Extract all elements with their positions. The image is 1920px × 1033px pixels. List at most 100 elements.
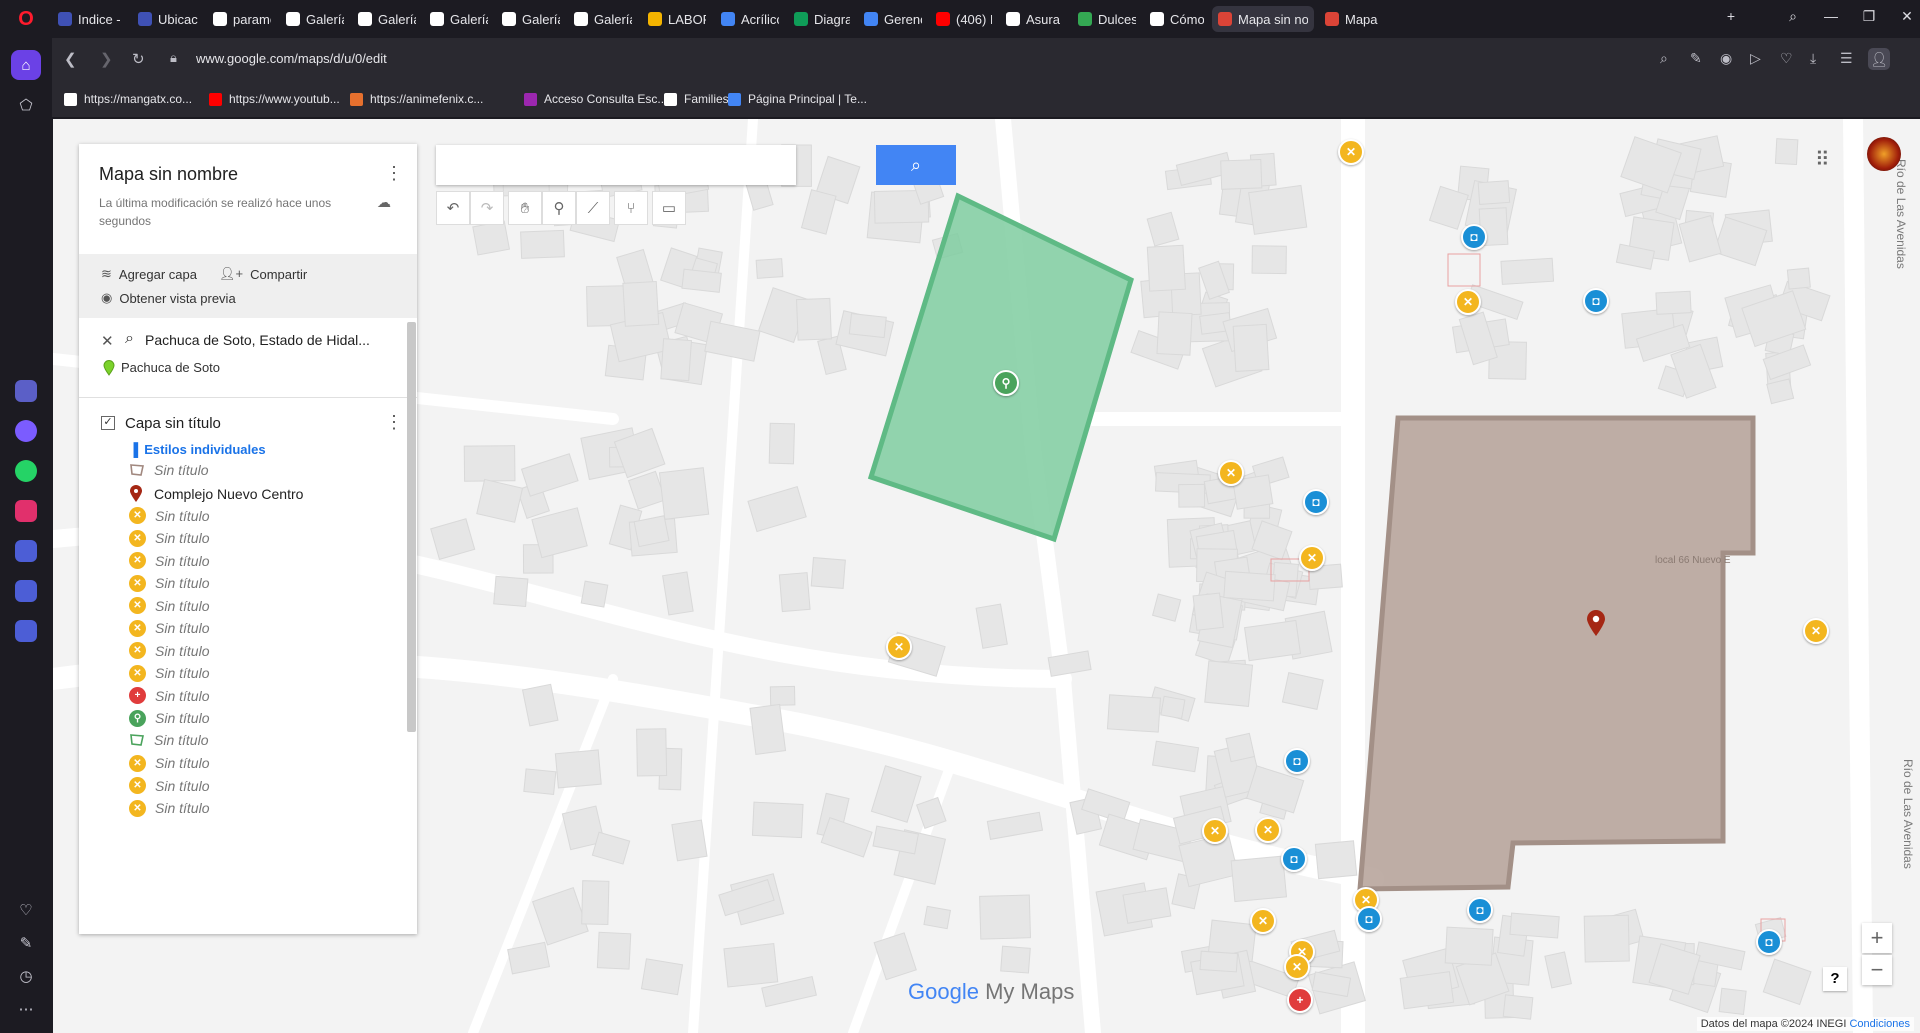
restaurant-marker-icon[interactable]: ✕ [1250, 908, 1276, 934]
shopping-marker-icon[interactable]: ◘ [1284, 748, 1310, 774]
minimize-icon[interactable]: — [1820, 8, 1842, 24]
restaurant-marker-icon[interactable]: ✕ [1284, 954, 1310, 980]
feature-list-item[interactable]: + Sin título [129, 687, 209, 704]
edit-icon[interactable]: ✎ [11, 928, 41, 958]
browser-tab[interactable]: Indice - Pr [52, 6, 128, 32]
browser-tab[interactable]: Gerencia d [858, 6, 928, 32]
shopping-marker-icon[interactable]: ◘ [1756, 929, 1782, 955]
heart-icon[interactable]: ♡ [11, 895, 41, 925]
map-title[interactable]: Mapa sin nombre [99, 164, 238, 185]
music-player-icon[interactable] [15, 540, 37, 562]
feature-list-item[interactable]: Sin título [129, 732, 208, 748]
feature-list-item[interactable]: ✕ Sin título [129, 754, 209, 772]
feature-list-item[interactable]: ✕ Sin título [129, 642, 209, 659]
search-result-label[interactable]: Pachuca de Soto [121, 360, 220, 375]
add-layer-button[interactable]: ≋ Agregar capa [101, 266, 197, 282]
browser-tab[interactable]: Ubicación [132, 6, 204, 32]
complejo-marker-icon[interactable] [1586, 609, 1606, 637]
browser-tab[interactable]: Mapa sin nombre [1212, 6, 1314, 32]
preview-button[interactable]: ◉ Obtener vista previa [101, 290, 236, 306]
snapshot-edit-icon[interactable]: ✎ [1690, 50, 1702, 67]
more-vert-icon[interactable]: ⋮ [385, 164, 403, 182]
browser-tab[interactable]: Galería de [280, 6, 350, 32]
layer-name[interactable]: Capa sin título [125, 415, 221, 432]
browser-tab[interactable]: Asura Scan [1000, 6, 1070, 32]
apps-grid-icon[interactable]: ⠿ [1815, 147, 1830, 172]
aria-icon[interactable] [15, 380, 37, 402]
browser-tab[interactable]: LABORATO [642, 6, 712, 32]
layer-checkbox[interactable]: ✓ [101, 416, 115, 430]
browser-tab[interactable]: Cómo con [1144, 6, 1210, 32]
add-marker-icon[interactable]: ⚲ [542, 191, 576, 225]
feature-list-item[interactable]: ✕ Sin título [129, 777, 209, 794]
draw-line-icon[interactable]: ⟋ [576, 191, 610, 225]
hospital-marker-icon[interactable]: + [1287, 987, 1313, 1013]
hand-icon[interactable]: ✋︎ [508, 191, 542, 225]
instagram-icon[interactable] [15, 500, 37, 522]
restaurant-marker-icon[interactable]: ✕ [1455, 289, 1481, 315]
browser-tab[interactable]: Mapa sin n [1319, 6, 1385, 32]
home-icon[interactable]: ⌂ [11, 50, 41, 80]
browser-tab[interactable]: Diagrama [788, 6, 856, 32]
bookmark-item[interactable]: https://animefenix.c... [350, 92, 483, 106]
feature-list-item[interactable]: ✕ Sin título [129, 574, 209, 592]
shopping-marker-icon[interactable]: ◘ [1281, 846, 1307, 872]
directions-icon[interactable]: ⑂ [614, 191, 648, 225]
feature-list-item[interactable]: Complejo Nuevo Centro [129, 484, 303, 503]
shopping-marker-icon[interactable]: ◘ [1467, 897, 1493, 923]
undo-icon[interactable]: ↶ [436, 191, 470, 225]
browser-tab[interactable]: Galería de [496, 6, 566, 32]
map-search-input[interactable] [436, 145, 796, 185]
browser-tab[interactable]: Galería de [352, 6, 422, 32]
close-window-icon[interactable]: ✕ [1896, 8, 1918, 25]
close-icon[interactable]: ✕ [101, 332, 114, 350]
flow-icon[interactable]: ▷ [1750, 50, 1761, 67]
feature-list-item[interactable]: ✕ Sin título [129, 664, 209, 682]
restaurant-marker-icon[interactable]: ✕ [1338, 139, 1364, 165]
shopping-marker-icon[interactable]: ◘ [1303, 489, 1329, 515]
url-text[interactable]: www.google.com/maps/d/u/0/edit [196, 51, 387, 66]
favorites-icon[interactable]: ♡ [1780, 50, 1793, 67]
restore-icon[interactable]: ❐ [1858, 8, 1880, 25]
bookmark-item[interactable]: https://www.youtub... [209, 92, 340, 106]
bookmark-item[interactable]: Families [664, 92, 729, 106]
browser-tab[interactable]: Galería de [424, 6, 494, 32]
map-search-button[interactable]: ⌕ [876, 145, 956, 185]
share-button[interactable]: 👤︎+ Compartir [219, 266, 307, 282]
bookmark-item[interactable]: Página Principal | Te... [728, 92, 867, 106]
new-tab-icon[interactable]: + [1720, 8, 1742, 24]
layer-style-button[interactable]: ▐ Estilos individuales [129, 442, 266, 457]
bookmark-item[interactable]: Acceso Consulta Esc... [524, 92, 667, 106]
feature-list-item[interactable]: Sin título [129, 462, 208, 478]
help-button[interactable]: ? [1823, 967, 1847, 991]
feature-list-item[interactable]: ✕ Sin título [129, 507, 209, 524]
restaurant-marker-icon[interactable]: ✕ [886, 634, 912, 660]
zoom-in-button[interactable]: + [1862, 923, 1892, 953]
shopping-marker-icon[interactable]: ◘ [1461, 224, 1487, 250]
history-icon[interactable]: ◷ [11, 961, 41, 991]
easy-setup-icon[interactable]: ☰ [1840, 50, 1853, 67]
bicycle-marker-icon[interactable]: ⚲ [993, 370, 1019, 396]
pinboard-icon[interactable]: ⬠ [11, 90, 41, 120]
player-icon[interactable] [15, 580, 37, 602]
browser-tab[interactable]: (406) How [930, 6, 998, 32]
shopping-marker-icon[interactable]: ◘ [1583, 288, 1609, 314]
shopping-marker-icon[interactable]: ◘ [1356, 906, 1382, 932]
camera-icon[interactable]: ◉ [1720, 50, 1732, 67]
feature-list-item[interactable]: ✕ Sin título [129, 619, 209, 637]
feature-list-item[interactable]: ✕ Sin título [129, 552, 209, 569]
terms-link[interactable]: Condiciones [1849, 1018, 1910, 1030]
profile-icon[interactable]: 👤︎ [1868, 48, 1890, 70]
redo-icon[interactable]: ↷ [470, 191, 504, 225]
feature-list-item[interactable]: ✕ Sin título [129, 799, 209, 817]
more-icon[interactable]: ⋯ [11, 994, 41, 1024]
browser-tab[interactable]: Galería de [568, 6, 638, 32]
panel-scrollbar[interactable] [407, 322, 416, 732]
map-canvas[interactable]: Río de Las Avenidas Río de Las Avenidas … [53, 119, 1920, 1033]
feature-list-item[interactable]: ✕ Sin título [129, 597, 209, 614]
whatsapp-icon[interactable] [15, 460, 37, 482]
search-tabs-icon[interactable]: ⌕ [1782, 8, 1804, 25]
messenger-icon[interactable] [15, 420, 37, 442]
restaurant-marker-icon[interactable]: ✕ [1218, 460, 1244, 486]
forward-icon[interactable]: ❯ [100, 50, 113, 68]
